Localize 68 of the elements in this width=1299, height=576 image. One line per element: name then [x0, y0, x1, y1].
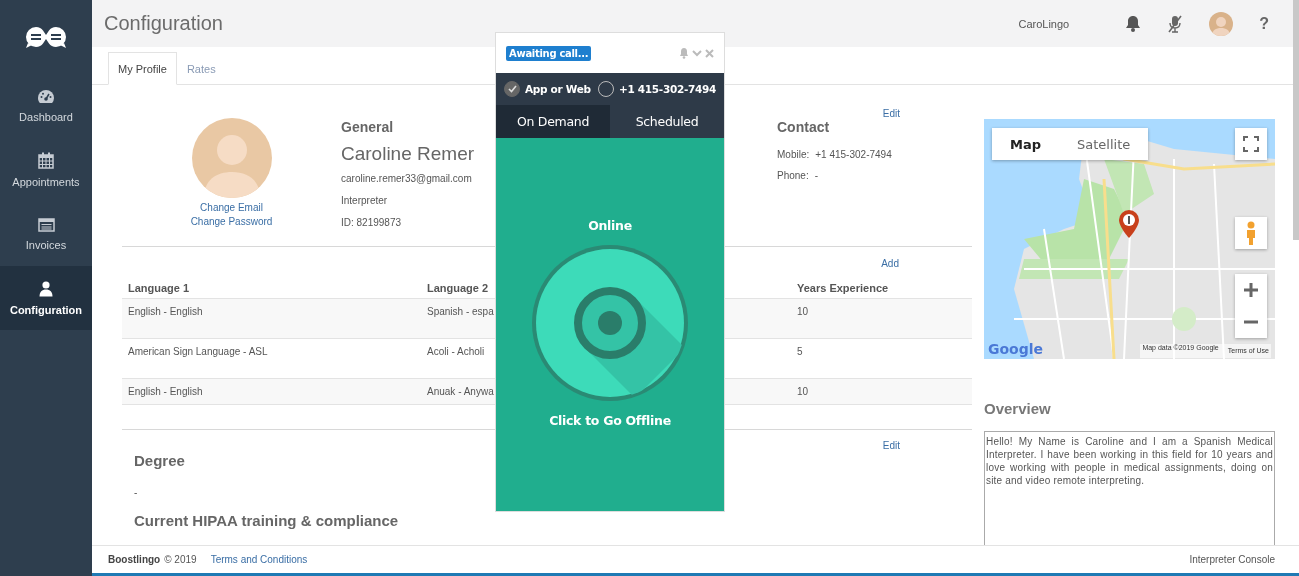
edit-link[interactable]: Edit — [882, 107, 900, 121]
scrollbar[interactable] — [1293, 0, 1299, 240]
help-icon[interactable]: ? — [1259, 14, 1269, 33]
table-cell-text: Anuak - Anywa — [427, 386, 495, 399]
account-link[interactable]: Change Password — [190, 215, 273, 229]
tab[interactable]: My Profile — [108, 52, 177, 85]
column-header: Language 1 — [128, 282, 191, 296]
profile-detail: caroline.remer33@gmail.com — [341, 173, 472, 184]
edit-link[interactable]: Edit — [882, 439, 900, 453]
bell-icon[interactable] — [1125, 15, 1142, 32]
table-cell-text: American Sign Language - ASL — [128, 346, 269, 359]
logo-icon[interactable] — [25, 25, 67, 49]
user-icon — [39, 280, 53, 297]
profile-detail: Interpreter — [341, 195, 388, 206]
add-link[interactable]: Add — [881, 257, 899, 271]
table-cell-text: English - English — [128, 386, 204, 399]
sidebar-item[interactable]: Configuration — [0, 266, 92, 330]
map-type-button[interactable]: Map — [992, 128, 1059, 160]
field-label: Mobile: — [777, 149, 810, 160]
section-heading: Overview — [984, 400, 1052, 417]
radio-button[interactable] — [504, 81, 520, 97]
section-heading: Current HIPAA training & compliance — [134, 512, 400, 529]
copyright: © 2019 — [164, 554, 197, 565]
username[interactable]: CaroLingo — [1018, 17, 1070, 30]
table-cell-text: 10 — [797, 386, 810, 399]
fullscreen-button[interactable] — [1235, 128, 1267, 160]
calendar-icon — [38, 152, 54, 169]
table-cell-text: 10 — [797, 306, 810, 319]
full-name: Caroline Remer — [341, 143, 475, 165]
person-figure-icon — [1245, 221, 1257, 245]
field-value: +1 415-302-7494 — [815, 149, 892, 160]
go-offline-button[interactable] — [530, 243, 690, 403]
channel-label[interactable]: App or Web — [525, 83, 591, 95]
account-link[interactable]: Change Email — [200, 201, 263, 215]
table-cell-text: 5 — [797, 346, 804, 359]
sidebar-item[interactable]: Invoices — [0, 202, 92, 266]
brand-name: Boostlingo — [108, 554, 161, 565]
table-cell-text: English - English — [128, 306, 204, 319]
status-label: Online — [588, 218, 632, 233]
console-label: Interpreter Console — [1189, 554, 1275, 565]
table-cell-text: Spanish - espa — [427, 306, 495, 319]
page-title: Configuration — [104, 12, 224, 35]
map-type-button[interactable]: Satellite — [1059, 128, 1149, 160]
invoice-icon — [37, 217, 55, 232]
terms-link[interactable]: Terms and Conditions — [210, 554, 308, 565]
mode-tab[interactable]: Scheduled — [610, 105, 724, 138]
section-heading: Contact — [777, 119, 831, 135]
degree-value: - — [134, 487, 139, 498]
map-pin-icon[interactable] — [1118, 209, 1140, 239]
section-heading: Degree — [134, 452, 186, 469]
table-cell-text: Acoli - Acholi — [427, 346, 486, 359]
sidebar-item[interactable]: Dashboard — [0, 74, 92, 138]
map-logo: Google — [988, 341, 1044, 357]
field-value: - — [814, 170, 819, 181]
mode-tab[interactable]: On Demand — [496, 105, 610, 138]
section-heading: General — [341, 119, 394, 135]
column-header: Language 2 — [427, 282, 490, 296]
plus-icon — [1243, 282, 1259, 298]
channel-label[interactable]: +1 415-302-7494 — [618, 83, 716, 95]
profile-detail: ID: 82199873 — [341, 217, 402, 228]
check-icon — [507, 85, 517, 93]
field-label: Phone: — [777, 170, 809, 181]
status-badge: Awaiting call... — [506, 45, 592, 61]
fullscreen-icon — [1243, 136, 1259, 152]
muted-microphone-icon[interactable] — [1167, 14, 1184, 33]
dashboard-icon — [37, 89, 55, 104]
column-header: Years Experience — [797, 282, 890, 296]
sidebar-item[interactable]: Appointments — [0, 138, 92, 202]
